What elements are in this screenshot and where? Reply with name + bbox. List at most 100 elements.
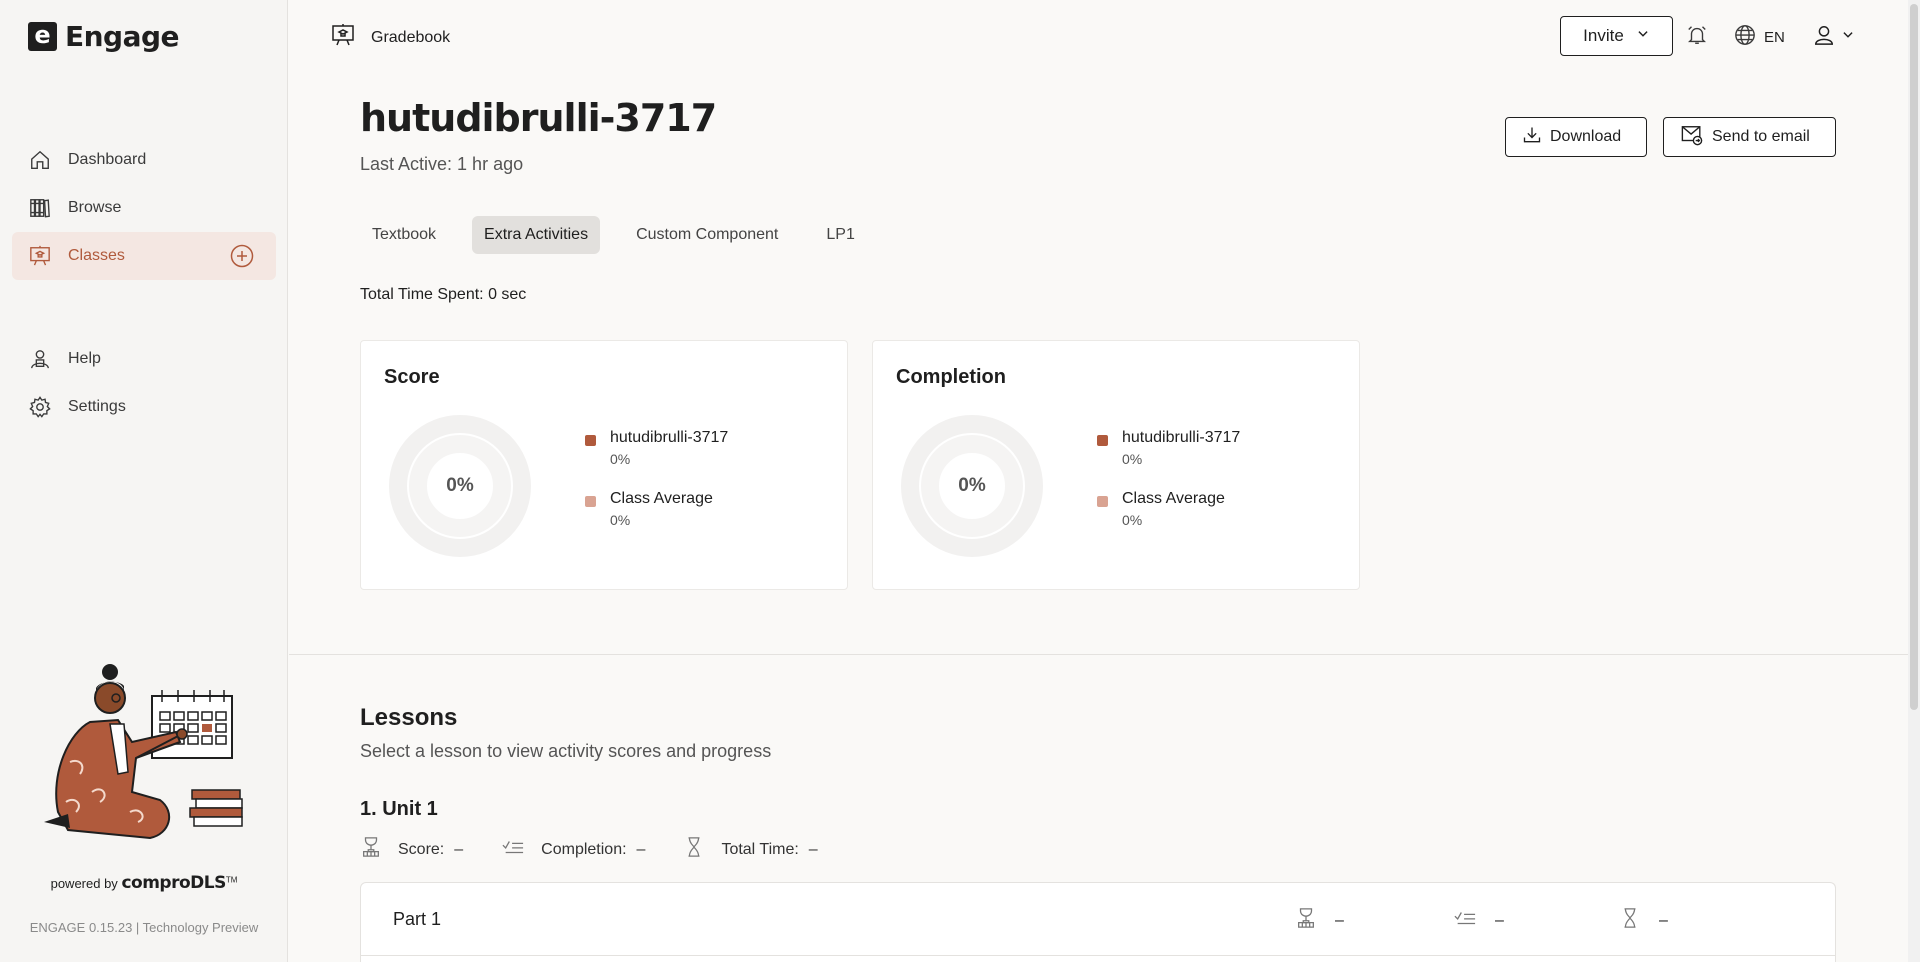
logo-mark-icon: e	[28, 22, 57, 51]
language-code: EN	[1764, 28, 1785, 46]
tab-extra-activities[interactable]: Extra Activities	[472, 216, 601, 254]
part-completion-value: –	[1495, 911, 1504, 929]
part-completion: –	[1453, 907, 1504, 934]
sidebar-item-browse[interactable]: Browse	[12, 184, 276, 232]
download-icon	[1522, 125, 1542, 150]
tab-lp1[interactable]: LP1	[814, 216, 866, 254]
notification-bell-icon[interactable]	[1686, 24, 1708, 51]
home-icon	[28, 148, 52, 172]
powered-by: powered by comproDLSTM	[0, 873, 288, 893]
score-card: Score 0% hutudibrulli-3717 0% Class Aver…	[360, 340, 848, 590]
unit-completion-label: Completion:	[541, 840, 627, 858]
breadcrumb: Gradebook	[331, 23, 450, 52]
add-class-icon[interactable]	[230, 244, 254, 268]
send-email-label: Send to email	[1712, 128, 1810, 145]
score-card-title: Score	[384, 366, 440, 388]
part-score: –	[1295, 907, 1344, 934]
unit-time-value: –	[808, 840, 818, 858]
part-time-value: –	[1659, 911, 1668, 929]
gradebook-icon	[331, 23, 355, 52]
legend-value: 0%	[1122, 451, 1143, 467]
app-name: Engage	[65, 20, 180, 53]
chevron-down-icon	[1636, 26, 1650, 46]
sidebar-item-settings[interactable]: Settings	[12, 383, 276, 431]
part-score-value: –	[1335, 911, 1344, 929]
completion-donut-value: 0%	[958, 475, 986, 496]
sidebar-secondary-nav: Help Settings	[12, 335, 276, 431]
top-bar: Gradebook Invite EN	[289, 0, 1908, 70]
invite-button[interactable]: Invite	[1560, 16, 1673, 56]
send-to-email-button[interactable]: Send to email	[1663, 117, 1836, 157]
lessons-subheading: Select a lesson to view activity scores …	[360, 741, 772, 761]
page-scrollbar[interactable]	[1908, 0, 1920, 962]
sidebar-item-label: Help	[68, 350, 101, 367]
part-name: Part 1	[393, 909, 442, 929]
legend-swatch	[585, 435, 596, 446]
sidebar: e Engage Dashboard Browse Classes Help S…	[0, 0, 288, 962]
completion-card-title: Completion	[896, 366, 1006, 388]
unit-title: 1. Unit 1	[360, 798, 438, 820]
legend-name: Class Average	[1122, 490, 1225, 507]
score-legend-student: hutudibrulli-3717 0%	[585, 429, 728, 467]
trophy-icon	[1295, 907, 1317, 934]
legend-value: 0%	[610, 512, 631, 528]
checklist-icon	[1453, 907, 1477, 934]
app-version: ENGAGE 0.15.23 | Technology Preview	[29, 920, 259, 935]
lessons-heading: Lessons	[360, 704, 458, 731]
score-donut-value: 0%	[446, 475, 474, 496]
scrollbar-thumb[interactable]	[1910, 4, 1918, 710]
powered-by-label: powered by	[50, 876, 118, 891]
sidebar-item-label: Classes	[68, 247, 125, 264]
unit-completion-value: –	[636, 840, 646, 858]
total-time-spent: Total Time Spent: 0 sec	[360, 286, 527, 303]
unit-score-stat: Score: –	[360, 836, 463, 863]
chevron-down-icon	[1841, 28, 1855, 47]
student-name: hutudibrulli-3717	[360, 96, 717, 140]
sidebar-item-label: Dashboard	[68, 151, 147, 168]
checklist-icon	[501, 836, 525, 863]
legend-value: 0%	[610, 451, 631, 467]
unit-time-stat: Total Time: –	[683, 836, 818, 863]
sidebar-item-dashboard[interactable]: Dashboard	[12, 136, 276, 184]
language-selector[interactable]: EN	[1734, 24, 1785, 50]
section-divider	[289, 654, 1908, 655]
sidebar-item-label: Browse	[68, 199, 122, 216]
unit-stats: Score: – Completion: – Total Time: –	[360, 836, 856, 863]
legend-name: hutudibrulli-3717	[1122, 429, 1241, 446]
tab-custom-component[interactable]: Custom Component	[624, 216, 790, 254]
gear-icon	[28, 395, 52, 419]
score-legend-class-average: Class Average 0%	[585, 490, 713, 528]
trophy-icon	[360, 836, 382, 863]
classroom-icon	[28, 244, 52, 268]
breadcrumb-gradebook[interactable]: Gradebook	[371, 29, 450, 47]
trademark-mark: TM	[225, 875, 238, 885]
completion-card: Completion 0% hutudibrulli-3717 0% Class…	[872, 340, 1360, 590]
email-icon	[1680, 124, 1704, 151]
sidebar-item-classes[interactable]: Classes	[12, 232, 276, 280]
row-divider	[361, 955, 1835, 956]
unit-score-value: –	[454, 840, 464, 858]
content-tabs: Textbook Extra Activities Custom Compone…	[360, 216, 891, 254]
legend-name: Class Average	[610, 490, 713, 507]
hourglass-icon	[683, 836, 705, 863]
unit-score-label: Score:	[398, 840, 445, 858]
part-time: –	[1619, 907, 1668, 934]
globe-icon	[1734, 24, 1756, 50]
app-logo[interactable]: e Engage	[28, 20, 180, 53]
hourglass-icon	[1619, 907, 1641, 934]
sidebar-item-help[interactable]: Help	[12, 335, 276, 383]
user-menu[interactable]	[1813, 24, 1855, 51]
lesson-part-row[interactable]: Part 1 – – –	[360, 882, 1836, 962]
tab-textbook[interactable]: Textbook	[360, 216, 448, 254]
unit-completion-stat: Completion: –	[501, 836, 645, 863]
user-icon	[1813, 24, 1835, 51]
help-icon	[28, 347, 52, 371]
sidebar-item-label: Settings	[68, 398, 126, 415]
legend-swatch	[1097, 435, 1108, 446]
download-label: Download	[1550, 128, 1622, 145]
legend-value: 0%	[1122, 512, 1143, 528]
legend-swatch	[1097, 496, 1108, 507]
teacher-illustration	[40, 662, 250, 844]
download-button[interactable]: Download	[1505, 117, 1647, 157]
last-active: Last Active: 1 hr ago	[360, 154, 524, 174]
